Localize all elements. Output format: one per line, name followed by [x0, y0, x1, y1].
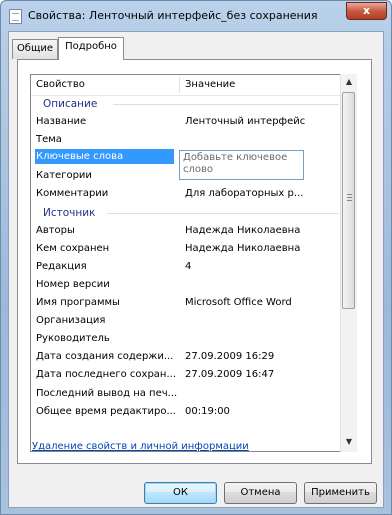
vertical-scrollbar[interactable]: ▲ ▼ — [340, 74, 357, 452]
property-name: Название — [36, 116, 87, 128]
column-divider[interactable] — [179, 77, 180, 93]
window-title: Свойства: Ленточный интерфейс_без сохран… — [28, 9, 318, 22]
property-name: Последний вывод на печ... — [36, 387, 178, 399]
list-item[interactable]: Дата последнего сохран... 27.09.2009 16:4… — [31, 366, 351, 384]
details-panel: Свойство Значение Описание Название Ленто… — [17, 59, 372, 464]
list-item[interactable]: Тема — [31, 131, 351, 149]
group-divider — [113, 104, 339, 105]
list-item[interactable]: Общее время редактиро... 00:19:00 — [31, 403, 351, 421]
property-name: Комментарии — [36, 188, 109, 200]
ok-button[interactable]: ОК — [144, 482, 217, 504]
property-name: Категории — [36, 170, 92, 182]
property-name: Номер версии — [36, 278, 110, 290]
property-value[interactable]: Надежда Николаевна — [185, 225, 300, 236]
scroll-down-button[interactable]: ▼ — [341, 434, 357, 450]
property-name: Авторы — [36, 224, 75, 236]
list-item[interactable]: Кем сохранен Надежда Николаевна — [31, 240, 351, 258]
list-item[interactable]: Комментарии Для лабораторных р... — [31, 185, 351, 203]
property-value[interactable]: 4 — [185, 261, 191, 272]
keywords-input[interactable]: Добавьте ключевое слово — [179, 150, 304, 181]
property-name: Тема — [36, 134, 62, 146]
dialog-body: Общие Подробно Свойство Значение Описани… — [8, 31, 384, 508]
grip-line — [347, 194, 352, 195]
list-item[interactable]: Организация — [31, 312, 351, 330]
document-icon — [9, 9, 22, 24]
list-item[interactable]: Редакция 4 — [31, 258, 351, 276]
column-header-property[interactable]: Свойство — [36, 75, 85, 95]
list-item[interactable]: Руководитель — [31, 330, 351, 348]
list-item[interactable]: Авторы Надежда Николаевна — [31, 222, 351, 240]
tab-general[interactable]: Общие — [12, 39, 58, 59]
list-item-selected[interactable]: Ключевые слова Добавьте ключевое слово — [31, 149, 351, 181]
column-header-value[interactable]: Значение — [185, 75, 235, 95]
group-label: Источник — [43, 206, 96, 219]
title-bar[interactable]: Свойства: Ленточный интерфейс_без сохран… — [1, 1, 391, 31]
properties-dialog: Свойства: Ленточный интерфейс_без сохран… — [0, 0, 392, 515]
apply-button[interactable]: Применить — [304, 482, 377, 504]
list-header: Свойство Значение — [31, 75, 351, 96]
grip-line — [347, 200, 352, 201]
property-value[interactable]: 27.09.2009 16:47 — [185, 369, 274, 380]
list-item[interactable]: Дата создания содержи... 27.09.2009 16:29 — [31, 348, 351, 366]
tab-details[interactable]: Подробно — [58, 37, 124, 60]
property-value[interactable]: 27.09.2009 16:29 — [185, 351, 274, 362]
list-item[interactable]: Имя программы Microsoft Office Word — [31, 294, 351, 312]
list-item[interactable]: Номер версии — [31, 276, 351, 294]
list-item[interactable]: Последний вывод на печ... — [31, 385, 351, 403]
property-name: Ключевые слова — [35, 149, 174, 165]
property-name: Дата последнего сохран... — [36, 369, 177, 381]
property-name: Кем сохранен — [36, 242, 110, 254]
group-source: Источник — [31, 204, 351, 222]
property-value[interactable]: Надежда Николаевна — [185, 243, 300, 254]
property-name: Руководитель — [36, 333, 110, 345]
property-value[interactable]: 00:19:00 — [185, 406, 230, 417]
remove-properties-link[interactable]: Удаление свойств и личной информации — [32, 441, 249, 452]
property-value[interactable]: Для лабораторных р... — [185, 188, 303, 199]
group-divider — [107, 212, 339, 214]
property-name: Организация — [36, 315, 106, 327]
property-value[interactable]: Ленточный интерфейс — [185, 116, 305, 127]
list-rows: Описание Название Ленточный интерфейс Тем… — [31, 95, 351, 421]
close-button[interactable]: x — [346, 2, 387, 20]
property-value[interactable]: Microsoft Office Word — [185, 297, 292, 308]
properties-list[interactable]: Свойство Значение Описание Название Ленто… — [30, 74, 352, 452]
scroll-thumb[interactable] — [342, 92, 355, 309]
cancel-button[interactable]: Отмена — [224, 482, 297, 504]
scroll-up-button[interactable]: ▲ — [341, 74, 357, 90]
group-label: Описание — [43, 98, 98, 110]
property-name: Общее время редактиро... — [36, 405, 176, 417]
property-name: Редакция — [36, 260, 87, 272]
property-name: Дата создания содержи... — [36, 351, 174, 363]
group-description: Описание — [31, 95, 351, 113]
list-item[interactable]: Название Ленточный интерфейс — [31, 113, 351, 131]
property-name: Имя программы — [36, 297, 120, 309]
grip-line — [347, 197, 352, 198]
